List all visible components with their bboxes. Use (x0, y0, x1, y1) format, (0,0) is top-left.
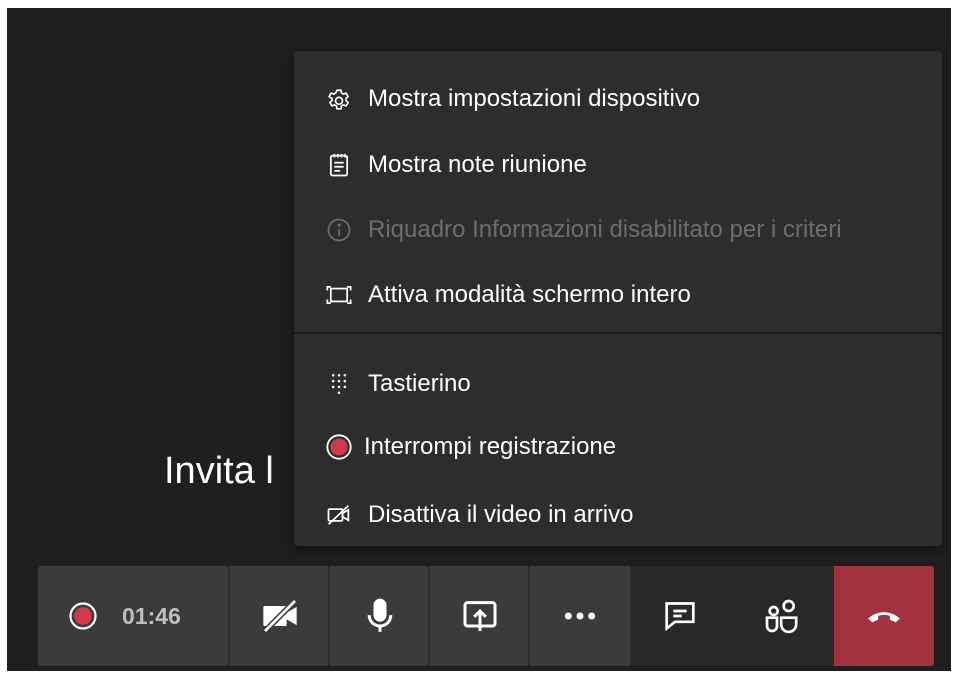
share-screen-icon (460, 596, 500, 636)
hang-up-button[interactable] (834, 566, 934, 666)
menu-item-disable-incoming-video[interactable]: Disattiva il video in arrivo (294, 487, 942, 543)
camera-toggle-button[interactable] (228, 566, 330, 666)
gear-icon (324, 84, 354, 114)
menu-item-label: Tastierino (368, 370, 471, 397)
dialpad-icon (324, 369, 354, 399)
menu-item-label: Interrompi registrazione (364, 433, 617, 460)
more-options-menu: Mostra impostazioni dispositivo Mostra n… (294, 51, 942, 546)
menu-item-meeting-notes[interactable]: Mostra note riunione (294, 137, 942, 193)
menu-item-label: Attiva modalità schermo intero (368, 281, 691, 308)
notes-icon (324, 150, 354, 180)
menu-divider (294, 332, 942, 334)
more-options-button[interactable] (528, 566, 630, 666)
record-icon (324, 432, 354, 462)
meeting-stage: Invita l Mostra impostazioni dispositivo… (7, 8, 951, 671)
invite-text: Invita l (164, 450, 274, 492)
menu-item-info-pane-disabled: Riquadro Informazioni disabilitato per i… (294, 202, 942, 258)
call-timer: 01:46 (122, 602, 181, 629)
chat-button[interactable] (630, 566, 730, 666)
menu-item-label: Mostra note riunione (368, 151, 587, 178)
menu-item-label: Disattiva il video in arrivo (368, 501, 634, 528)
more-options-icon (560, 596, 600, 636)
info-icon (324, 215, 354, 245)
microphone-toggle-button[interactable] (328, 566, 430, 666)
record-indicator-icon (68, 601, 98, 631)
menu-item-device-settings[interactable]: Mostra impostazioni dispositivo (294, 71, 942, 127)
menu-item-label: Mostra impostazioni dispositivo (368, 85, 701, 112)
hang-up-icon (864, 596, 904, 636)
fullscreen-icon (324, 280, 354, 310)
participants-button[interactable] (730, 566, 834, 666)
menu-item-label: Riquadro Informazioni disabilitato per i… (368, 216, 842, 243)
recording-timer-group: 01:46 (38, 566, 228, 666)
video-off-icon (324, 500, 354, 530)
menu-item-stop-recording[interactable]: Interrompi registrazione (294, 419, 942, 475)
share-screen-button[interactable] (428, 566, 530, 666)
menu-item-dialpad[interactable]: Tastierino (294, 356, 942, 412)
menu-item-fullscreen[interactable]: Attiva modalità schermo intero (294, 267, 942, 323)
microphone-icon (360, 596, 400, 636)
call-control-bar: 01:46 (38, 566, 934, 666)
chat-icon (660, 596, 700, 636)
camera-off-icon (260, 596, 300, 636)
participants-icon (762, 596, 802, 636)
